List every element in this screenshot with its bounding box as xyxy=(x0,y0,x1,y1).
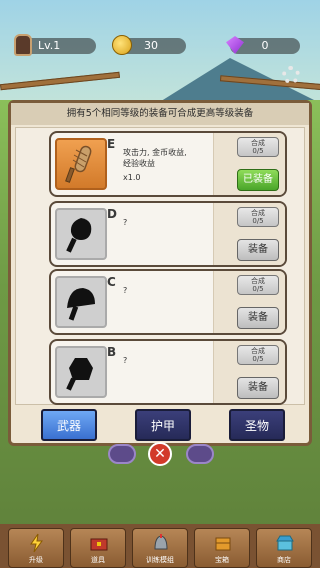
tab-weapon[interactable]: 武器 xyxy=(41,409,97,441)
merge-label: 合成 xyxy=(251,347,265,355)
card-description: ? xyxy=(123,356,128,365)
merge-count: 0/5 xyxy=(252,147,264,155)
equip-button[interactable]: 装备 xyxy=(237,377,279,399)
equipment-card-b[interactable]: B ? 合成 0/5 装备 xyxy=(49,339,287,405)
card-description: 攻击力, 金币收益, 经验收益 xyxy=(123,147,213,169)
grade-label: D xyxy=(107,207,117,221)
locked-weapon-silhouette-icon xyxy=(55,276,107,328)
tab-armor[interactable]: 护甲 xyxy=(135,409,191,441)
nav-items[interactable]: 道具 xyxy=(70,528,126,568)
merge-label: 合成 xyxy=(251,209,265,217)
merge-button[interactable]: 合成 0/5 xyxy=(237,137,279,157)
grade-label: B xyxy=(107,345,117,359)
nav-shop-label: 商店 xyxy=(277,556,291,564)
grade-label: C xyxy=(107,275,116,289)
tab-relic[interactable]: 圣物 xyxy=(229,409,285,441)
bubble-left xyxy=(108,444,136,464)
card-description: ? xyxy=(123,286,128,295)
equip-button[interactable]: 装备 xyxy=(237,307,279,329)
bubble-right xyxy=(186,444,214,464)
wooden-club-icon xyxy=(55,138,107,190)
close-button[interactable]: ✕ xyxy=(148,442,172,466)
bottom-nav: 升级 道具 训练模组 宝箱 商店 xyxy=(0,524,320,568)
merge-label: 合成 xyxy=(251,139,265,147)
nav-training[interactable]: 训练模组 xyxy=(132,528,188,568)
lightning-icon xyxy=(30,533,43,553)
card-description: ? xyxy=(123,218,128,227)
merge-button[interactable]: 合成 0/5 xyxy=(237,275,279,295)
helmet-icon xyxy=(154,534,168,550)
merge-button[interactable]: 合成 0/5 xyxy=(237,345,279,365)
nav-training-label: 训练模组 xyxy=(146,556,174,564)
locked-weapon-silhouette-icon xyxy=(55,208,107,260)
nav-shop[interactable]: 商店 xyxy=(256,528,312,568)
desc-line-2: 经验收益 xyxy=(123,159,155,168)
nav-treasure[interactable]: 宝箱 xyxy=(194,528,250,568)
coin-icon xyxy=(112,35,132,55)
player-avatar-icon[interactable] xyxy=(14,34,32,56)
equipped-button[interactable]: 已装备 xyxy=(237,169,279,191)
equipment-card-c[interactable]: C ? 合成 0/5 装备 xyxy=(49,269,287,335)
dialog-hint: 拥有5个相同等级的装备可合成更高等级装备 xyxy=(11,103,309,125)
nav-upgrade[interactable]: 升级 xyxy=(8,528,64,568)
top-bar: Lv.1 30 0 xyxy=(0,34,320,58)
nav-items-label: 道具 xyxy=(91,556,105,564)
shop-icon xyxy=(276,535,294,551)
settings-gear-icon[interactable] xyxy=(282,66,300,84)
treasure-box-icon xyxy=(215,537,231,551)
grade-label: E xyxy=(107,137,116,151)
nav-treasure-label: 宝箱 xyxy=(215,556,229,564)
equipment-card-d[interactable]: D ? 合成 0/5 装备 xyxy=(49,201,287,267)
merge-count: 0/5 xyxy=(252,285,264,293)
equipment-card-e[interactable]: E 攻击力, 金币收益, 经验收益 x1.0 合成 0/5 已装备 xyxy=(49,131,287,197)
locked-weapon-silhouette-icon xyxy=(55,346,107,398)
chest-icon xyxy=(90,538,108,551)
merge-count: 0/5 xyxy=(252,355,264,363)
nav-upgrade-label: 升级 xyxy=(29,556,43,564)
equipment-dialog: 拥有5个相同等级的装备可合成更高等级装备 E 攻击力, 金币收益, 经验收益 x… xyxy=(8,100,312,446)
equip-button[interactable]: 装备 xyxy=(237,239,279,261)
merge-count: 0/5 xyxy=(252,217,264,225)
merge-button[interactable]: 合成 0/5 xyxy=(237,207,279,227)
multiplier-label: x1.0 xyxy=(123,173,141,182)
merge-label: 合成 xyxy=(251,277,265,285)
desc-line-1: 攻击力, 金币收益, xyxy=(123,148,187,157)
